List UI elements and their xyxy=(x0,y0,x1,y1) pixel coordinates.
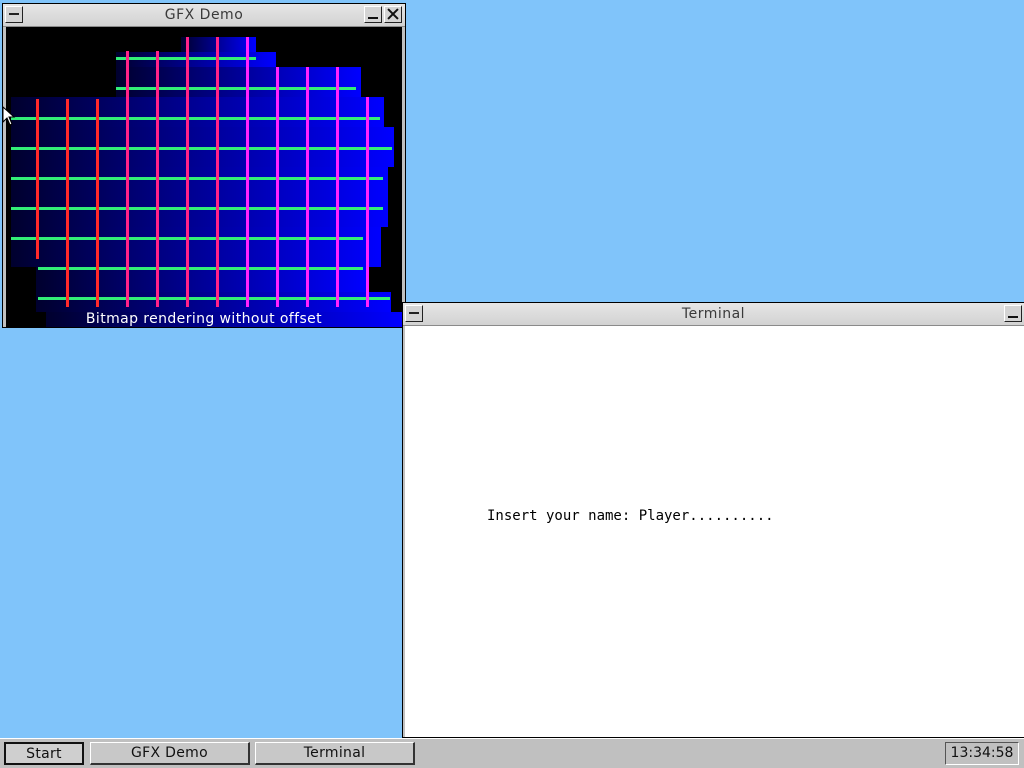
terminal-prompt: Insert your name: Player.......... xyxy=(487,508,774,524)
close-icon[interactable] xyxy=(384,6,402,23)
vertical-line xyxy=(96,99,99,307)
vertical-line xyxy=(336,67,339,307)
vertical-line xyxy=(66,99,69,307)
gfx-demo-title: GFX Demo xyxy=(164,7,244,23)
vertical-line xyxy=(246,37,249,307)
taskbar-item-gfx-demo[interactable]: GFX Demo xyxy=(90,742,250,765)
gfx-demo-titlebar[interactable]: GFX Demo xyxy=(3,4,405,27)
gfx-bitmap xyxy=(11,37,402,327)
vertical-line xyxy=(276,67,279,307)
minimize-icon[interactable] xyxy=(364,6,382,23)
terminal-window[interactable]: Terminal Insert your name: Player.......… xyxy=(402,302,1024,738)
terminal-title: Terminal xyxy=(681,306,746,322)
bitmap-block xyxy=(116,67,361,97)
mouse-cursor-icon xyxy=(2,106,16,126)
taskbar-item-terminal[interactable]: Terminal xyxy=(255,742,415,765)
gfx-demo-window[interactable]: GFX Demo Bitmap rendering without offset xyxy=(2,3,406,328)
terminal-content[interactable]: Insert your name: Player.......... xyxy=(405,326,1024,737)
vertical-line xyxy=(216,37,219,307)
bitmap-shape xyxy=(11,37,402,327)
clock: 13:34:58 xyxy=(945,742,1019,765)
horizontal-line xyxy=(38,267,363,270)
minimize-icon[interactable] xyxy=(1004,305,1022,322)
gfx-caption: Bitmap rendering without offset xyxy=(85,311,323,327)
vertical-line xyxy=(366,97,369,307)
vertical-line xyxy=(156,51,159,307)
terminal-titlebar[interactable]: Terminal xyxy=(403,303,1024,326)
taskbar: Start GFX Demo Terminal 13:34:58 xyxy=(0,738,1024,768)
horizontal-line xyxy=(116,87,356,90)
bitmap-block xyxy=(36,267,366,292)
vertical-line xyxy=(126,51,129,307)
start-button[interactable]: Start xyxy=(4,742,84,765)
vertical-line xyxy=(186,37,189,307)
vertical-line xyxy=(36,99,39,259)
vertical-line xyxy=(306,67,309,307)
gfx-canvas: Bitmap rendering without offset xyxy=(6,27,402,327)
